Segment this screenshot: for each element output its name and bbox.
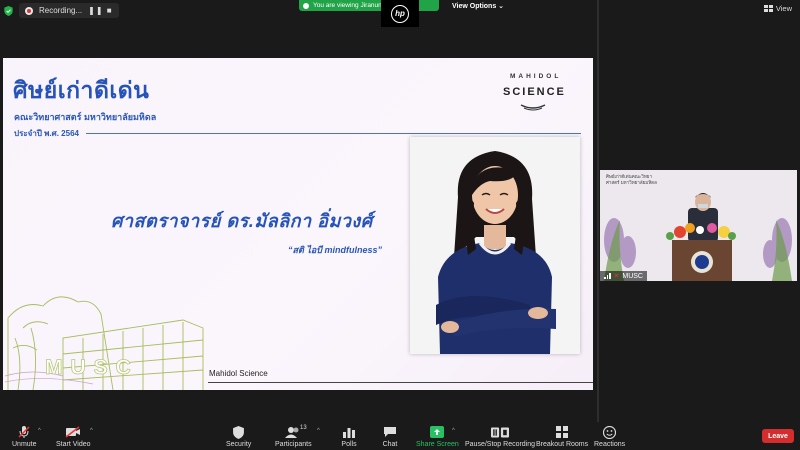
footer-rule <box>208 382 593 383</box>
logo-top-text: MAHIDOL <box>510 73 562 80</box>
start-video-button[interactable]: Start Video <box>56 425 91 448</box>
recording-box: Recording... ❚❚ ■ <box>19 3 119 18</box>
participants-count: 13 <box>300 425 307 431</box>
hp-logo-icon: hp <box>391 4 409 23</box>
slide-title: ศิษย์เก่าดีเด่น <box>13 77 150 103</box>
pause-stop-recording-button[interactable]: Pause/Stop Recording <box>465 425 535 448</box>
slide-year: ประจำปี พ.ศ. 2564 <box>14 129 79 138</box>
chat-button[interactable]: Chat <box>381 425 399 448</box>
slide-footer: Mahidol Science <box>209 369 268 378</box>
share-options-caret[interactable]: ^ <box>452 428 455 434</box>
audio-options-caret[interactable]: ^ <box>38 428 41 434</box>
musc-watermark: MUSC <box>45 356 139 380</box>
professor-photo <box>410 137 580 354</box>
shield-icon[interactable] <box>4 5 13 16</box>
portrait-illustration <box>410 137 580 354</box>
share-dot-icon <box>303 2 309 9</box>
participants-caret[interactable]: ^ <box>317 428 320 434</box>
thumbnail-video[interactable]: hp <box>381 0 419 27</box>
view-label: View <box>775 4 792 13</box>
video-off-icon <box>64 425 82 439</box>
logo-main-text: SCIENCE <box>503 86 566 98</box>
recording-indicator: Recording... ❚❚ ■ <box>4 3 119 18</box>
mic-muted-icon <box>15 425 33 439</box>
recording-dot-icon <box>25 6 33 15</box>
slide-rule <box>86 133 581 134</box>
shield-icon <box>230 425 248 439</box>
meeting-toolbar: Unmute ^ Start Video ^ Security Particip… <box>0 422 800 450</box>
speaker-name: MUSC <box>622 272 643 280</box>
speaker-badge: ศิษย์เก่าดีเด่นคณะวิทยา ศาสตร์ มหาวิทยาล… <box>606 174 657 185</box>
security-button[interactable]: Security <box>226 425 251 448</box>
shared-screen-slide: ศิษย์เก่าดีเด่น คณะวิทยาศาสตร์ มหาวิทยาล… <box>3 58 593 390</box>
speaker-name-tag: ✕ MUSC <box>600 271 647 281</box>
breakout-rooms-icon <box>553 425 571 439</box>
chat-icon <box>381 425 399 439</box>
video-options-caret[interactable]: ^ <box>90 428 93 434</box>
recording-label: Recording... <box>39 6 83 15</box>
polls-icon <box>340 425 358 439</box>
unmute-button[interactable]: Unmute <box>12 425 37 448</box>
share-screen-icon <box>428 425 446 439</box>
logo-wave-icon <box>520 104 546 111</box>
professor-quote: “สติ ไอบี mindfulness” <box>288 245 382 255</box>
reactions-button[interactable]: Reactions <box>594 425 625 448</box>
polls-button[interactable]: Polls <box>340 425 358 448</box>
recording-controls[interactable]: ❚❚ ■ <box>88 6 112 15</box>
speaker-video-tile[interactable]: ศิษย์เก่าดีเด่นคณะวิทยา ศาสตร์ มหาวิทยาล… <box>600 170 797 281</box>
muted-mic-icon: ✕ <box>613 273 620 280</box>
signal-bars-icon <box>604 273 611 279</box>
speaker-video-frame <box>600 170 797 281</box>
panel-divider[interactable] <box>597 0 599 425</box>
smiley-icon <box>601 425 619 439</box>
pause-stop-icon <box>491 425 510 439</box>
view-button[interactable]: View <box>763 4 792 13</box>
slide-faculty: คณะวิทยาศาสตร์ มหาวิทยาลัยมหิดล <box>14 112 157 122</box>
grid-icon <box>763 5 773 12</box>
breakout-rooms-button[interactable]: Breakout Rooms <box>536 425 588 448</box>
leave-button[interactable]: Leave <box>762 429 794 443</box>
zoom-meeting-window: Recording... ❚❚ ■ You are viewing Jiranu… <box>0 0 800 450</box>
view-options-button[interactable]: View Options ⌄ <box>452 2 504 10</box>
professor-name: ศาสตราจารย์ ดร.มัลลิกา อิ่มวงศ์ <box>111 211 373 231</box>
